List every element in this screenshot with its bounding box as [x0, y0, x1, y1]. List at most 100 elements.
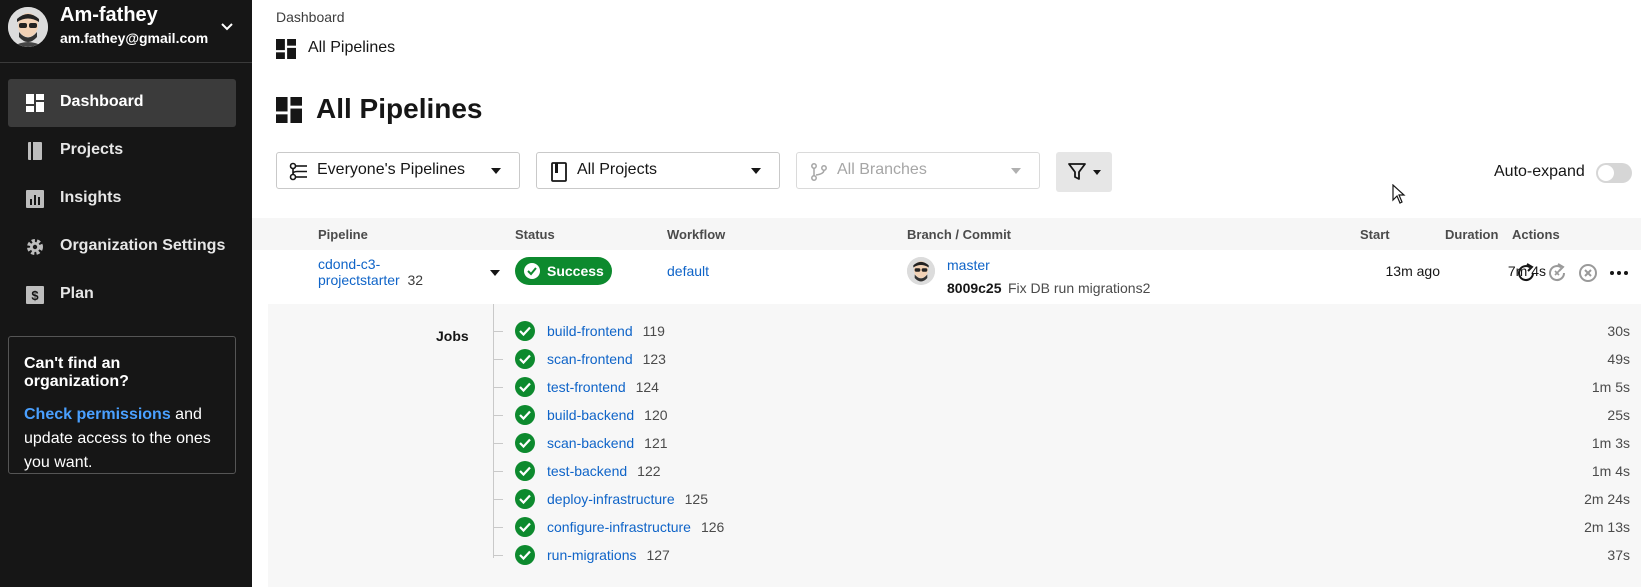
- success-check-icon: [515, 377, 535, 397]
- help-answer: Check permissions and update access to t…: [24, 403, 220, 475]
- job-name-link[interactable]: scan-frontend 123: [547, 351, 666, 367]
- job-row[interactable]: configure-infrastructure 126 2m 13s: [493, 514, 1633, 542]
- job-name: test-backend: [547, 463, 628, 479]
- tree-branch-line: [493, 555, 503, 556]
- job-duration: 1m 5s: [1591, 379, 1630, 395]
- pipeline-project-line1: cdond-c3-: [318, 256, 381, 272]
- job-name: scan-backend: [547, 435, 635, 451]
- cancel-icon[interactable]: [1577, 262, 1599, 284]
- job-row[interactable]: build-backend 120 25s: [493, 402, 1633, 430]
- success-check-icon: [515, 433, 535, 453]
- job-row[interactable]: scan-frontend 123 49s: [493, 346, 1633, 374]
- chevron-down-icon: [221, 23, 233, 31]
- job-row[interactable]: scan-backend 121 1m 3s: [493, 430, 1633, 458]
- success-check-icon: [515, 489, 535, 509]
- success-check-icon: [515, 461, 535, 481]
- job-duration: 1m 4s: [1591, 463, 1630, 479]
- sidebar-item-dashboard[interactable]: Dashboard: [8, 79, 236, 127]
- job-name-link[interactable]: run-migrations 127: [547, 547, 670, 563]
- mouse-cursor-icon: [1392, 184, 1406, 204]
- sidebar-item-projects[interactable]: Projects: [8, 127, 236, 175]
- collapse-caret-icon[interactable]: [490, 270, 500, 276]
- job-name: test-frontend: [547, 379, 626, 395]
- branch-link[interactable]: master: [947, 257, 990, 273]
- check-circle-icon: [524, 263, 540, 279]
- jobs-label: Jobs: [436, 328, 469, 344]
- job-row[interactable]: test-frontend 124 1m 5s: [493, 374, 1633, 402]
- projects-icon: [28, 142, 42, 160]
- job-name-link[interactable]: deploy-infrastructure 125: [547, 491, 708, 507]
- col-pipeline: Pipeline: [318, 227, 368, 242]
- sidebar-item-label: Organization Settings: [60, 237, 226, 254]
- gear-icon: [27, 239, 43, 255]
- rerun-icon[interactable]: [1515, 262, 1537, 284]
- more-options-icon[interactable]: [1608, 262, 1630, 284]
- workflow-link[interactable]: default: [667, 263, 709, 279]
- commit-author-avatar: [907, 257, 935, 285]
- pipelines-filter-value: Everyone's Pipelines: [317, 161, 466, 178]
- job-number: 125: [684, 491, 708, 507]
- job-number: 120: [644, 407, 668, 423]
- col-start: Start: [1360, 227, 1390, 242]
- tree-branch-line: [493, 499, 503, 500]
- job-number: 122: [637, 463, 661, 479]
- job-name-link[interactable]: build-frontend 119: [547, 323, 665, 339]
- sidebar-item-organization-settings[interactable]: Organization Settings: [8, 223, 236, 271]
- commit-sha[interactable]: 8009c25: [947, 280, 1002, 296]
- job-name-link[interactable]: test-frontend 124: [547, 379, 659, 395]
- pipeline-number: 32: [407, 272, 424, 288]
- table-header: Pipeline Status Workflow Branch / Commit…: [252, 218, 1641, 250]
- job-duration: 37s: [1607, 547, 1630, 563]
- dashboard-icon: [276, 97, 302, 123]
- caret-down-icon: [751, 168, 761, 174]
- tree-branch-line: [493, 359, 503, 360]
- svg-text:$: $: [31, 288, 39, 303]
- auto-expand-toggle[interactable]: [1596, 163, 1632, 183]
- sidebar-item-insights[interactable]: Insights: [8, 175, 236, 223]
- job-row[interactable]: deploy-infrastructure 125 2m 24s: [493, 486, 1633, 514]
- pipelines-filter-dropdown[interactable]: Everyone's Pipelines: [276, 152, 520, 189]
- job-name: build-backend: [547, 407, 635, 423]
- filter-icon: [1068, 163, 1086, 180]
- job-row[interactable]: build-frontend 119 30s: [493, 318, 1633, 346]
- app: Am-fathey am.fathey@gmail.com Dashboard …: [0, 0, 1641, 587]
- plan-icon: $: [26, 286, 44, 304]
- check-permissions-link[interactable]: Check permissions: [24, 406, 171, 423]
- pipeline-start: 13m ago: [1385, 263, 1440, 279]
- branches-filter-dropdown[interactable]: All Branches: [796, 152, 1040, 189]
- pipeline-project-link[interactable]: cdond-c3- projectstarter 32: [318, 256, 423, 288]
- branch-icon: [811, 163, 827, 181]
- job-row[interactable]: run-migrations 127 37s: [493, 542, 1633, 570]
- job-number: 126: [700, 519, 725, 535]
- insights-icon: [26, 190, 44, 208]
- job-name: build-frontend: [547, 323, 633, 339]
- tree-branch-line: [493, 443, 503, 444]
- breadcrumb-root[interactable]: Dashboard: [276, 9, 345, 25]
- job-number: 123: [642, 351, 666, 367]
- job-number: 121: [644, 435, 668, 451]
- rerun-failed-icon[interactable]: [1546, 262, 1568, 284]
- sidebar-item-plan[interactable]: $ Plan: [8, 271, 236, 319]
- col-workflow: Workflow: [667, 227, 726, 242]
- tree-branch-line: [493, 415, 503, 416]
- org-switcher[interactable]: Am-fathey am.fathey@gmail.com: [0, 0, 252, 63]
- job-name-link[interactable]: test-backend 122: [547, 463, 661, 479]
- tree-branch-line: [493, 471, 503, 472]
- tree-branch-line: [493, 527, 503, 528]
- job-name-link[interactable]: scan-backend 121: [547, 435, 668, 451]
- job-row[interactable]: test-backend 122 1m 4s: [493, 458, 1633, 486]
- job-name: scan-frontend: [547, 351, 633, 367]
- success-check-icon: [515, 545, 535, 565]
- job-name-link[interactable]: configure-infrastructure 126: [547, 519, 724, 535]
- advanced-filter-button[interactable]: [1056, 152, 1112, 192]
- success-check-icon: [515, 321, 535, 341]
- job-duration: 30s: [1607, 323, 1630, 339]
- page-title-text: All Pipelines: [316, 93, 483, 124]
- success-check-icon: [515, 405, 535, 425]
- status-badge[interactable]: Success: [515, 257, 612, 285]
- col-status: Status: [515, 227, 555, 242]
- projects-filter-dropdown[interactable]: All Projects: [536, 152, 780, 189]
- job-name: configure-infrastructure: [547, 519, 691, 535]
- job-name-link[interactable]: build-backend 120: [547, 407, 668, 423]
- projects-filter-value: All Projects: [577, 161, 658, 178]
